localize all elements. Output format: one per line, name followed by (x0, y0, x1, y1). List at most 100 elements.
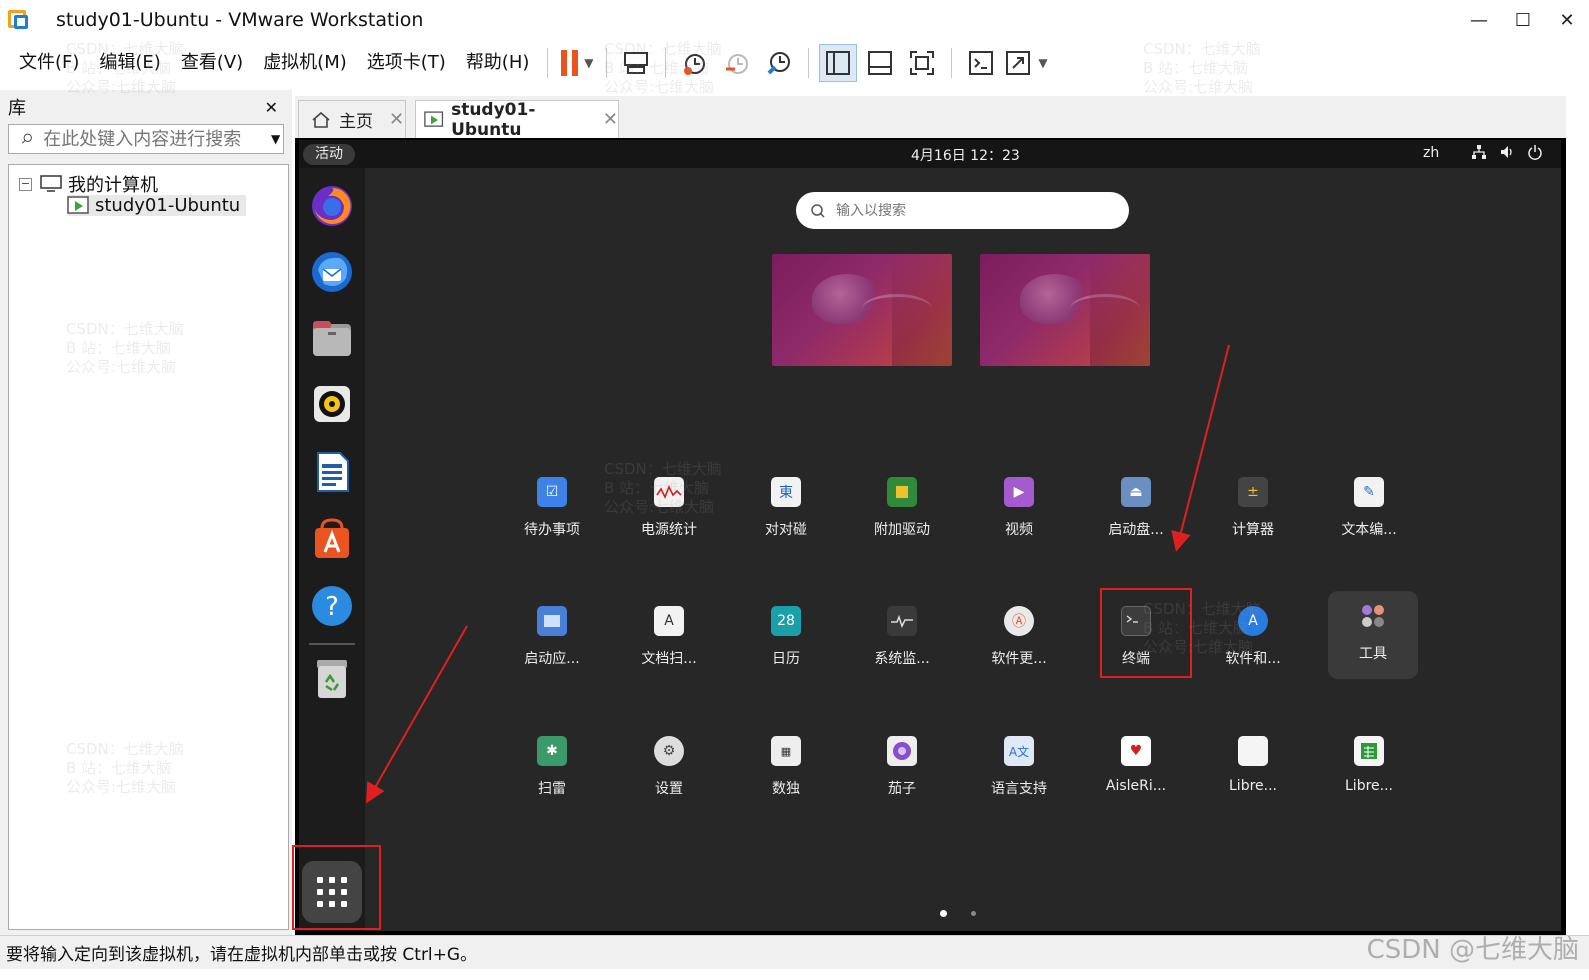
app-label: 文档扫... (641, 651, 697, 667)
tab-vm[interactable]: study01-Ubuntu ✕ (415, 99, 619, 140)
page-indicator-active[interactable] (940, 910, 947, 917)
app-startup-applications[interactable]: 启动应... (507, 596, 597, 682)
system-menu[interactable] (1471, 144, 1543, 160)
app-label: AisleRi... (1105, 778, 1167, 794)
files-icon[interactable] (308, 314, 356, 362)
thumbnail-bar-button[interactable] (861, 44, 899, 82)
power-graph-icon (654, 477, 684, 507)
camera-icon (887, 736, 917, 766)
overview-search-input[interactable] (836, 202, 1096, 219)
page-indicator[interactable] (971, 911, 976, 916)
vm-running-icon (424, 110, 444, 127)
app-mines[interactable]: ✱ 扫雷 (507, 726, 597, 812)
tree-item-vm[interactable]: study01-Ubuntu (67, 195, 247, 216)
thunderbird-icon[interactable] (308, 248, 356, 296)
app-todo[interactable]: ☑ 待办事项 (507, 467, 597, 553)
app-aisleriot[interactable]: ♥ AisleRi... (1091, 726, 1181, 812)
usb-drive-icon: ⏏ (1121, 477, 1151, 507)
app-software-and-updates[interactable]: A 软件和... (1208, 596, 1298, 682)
library-search-input[interactable] (43, 128, 269, 150)
chevron-down-icon[interactable]: ▼ (584, 56, 593, 70)
software-updater-icon: Ⓐ (1004, 606, 1034, 636)
app-center-icon[interactable] (308, 514, 356, 562)
startup-apps-icon (537, 606, 567, 636)
menu-vm[interactable]: 虚拟机(M) (253, 40, 357, 86)
calculator-icon: ± (1238, 477, 1268, 507)
activities-button[interactable]: 活动 (303, 144, 355, 165)
app-settings[interactable]: ⚙ 设置 (624, 726, 714, 812)
app-text-editor[interactable]: ✎ 文本编... (1324, 467, 1414, 553)
app-cheese[interactable]: 茄子 (857, 726, 947, 812)
take-snapshot-button[interactable] (676, 44, 714, 82)
app-system-monitor[interactable]: 系统监... (857, 596, 947, 682)
fullscreen-button[interactable] (903, 44, 941, 82)
tab-vm-label: study01-Ubuntu (451, 99, 536, 140)
ubuntu-dock: ? (299, 168, 365, 931)
send-ctrl-alt-del-button[interactable] (617, 44, 655, 82)
app-calendar[interactable]: 28 日历 (741, 596, 831, 682)
app-sudoku[interactable]: ▦ 数独 (741, 726, 831, 812)
input-method-indicator[interactable]: zh (1423, 145, 1439, 161)
system-monitor-icon (887, 606, 917, 636)
chevron-down-icon[interactable]: ▼ (1038, 56, 1047, 70)
app-software-updater[interactable]: Ⓐ 软件更... (974, 596, 1064, 682)
app-startup-disk[interactable]: ⏏ 启动盘... (1091, 467, 1181, 553)
clock[interactable]: 4月16日 12：23 (911, 145, 1020, 165)
app-language-support[interactable]: A文 语言支持 (974, 726, 1064, 812)
menu-tabs[interactable]: 选项卡(T) (357, 40, 456, 86)
maximize-button[interactable]: ☐ (1501, 0, 1545, 40)
stretch-guest-button[interactable]: ▼ (1004, 44, 1048, 82)
pause-vm-button[interactable]: ▼ (558, 44, 596, 82)
firefox-icon[interactable] (308, 182, 356, 230)
menu-view[interactable]: 查看(V) (171, 40, 253, 86)
app-label: 附加驱动 (874, 522, 930, 538)
close-button[interactable]: ✕ (1545, 0, 1589, 40)
rhythmbox-icon[interactable] (308, 380, 356, 428)
app-grid-pager[interactable] (940, 910, 976, 917)
workspace-thumbnail-1[interactable] (772, 254, 952, 366)
app-power-statistics[interactable]: 电源统计 (624, 467, 714, 553)
writer-icon[interactable] (308, 448, 356, 496)
toolbar-separator (606, 48, 608, 78)
app-document-scanner[interactable]: A 文档扫... (624, 596, 714, 682)
language-icon: A文 (1004, 736, 1034, 766)
mines-icon: ✱ (537, 736, 567, 766)
app-label: 日历 (772, 651, 800, 667)
menu-edit[interactable]: 编辑(E) (89, 40, 170, 86)
library-view-icon (826, 51, 851, 75)
revert-snapshot-icon (726, 54, 749, 74)
ubuntu-desktop[interactable]: 活动 4月16日 12：23 zh ? 输入以搜索 ☑ 待办事项 电源统计 東 … (299, 140, 1561, 931)
library-close-button[interactable]: ✕ (265, 98, 278, 117)
tree-item-my-computer[interactable]: − 我的计算机 (19, 171, 158, 197)
tab-home-close-icon[interactable]: ✕ (389, 109, 404, 130)
status-bar: 要将输入定向到该虚拟机，请在虚拟机内部单击或按 Ctrl+G。 (0, 935, 1589, 969)
toolbar-separator (951, 48, 953, 78)
revert-snapshot-button[interactable] (718, 44, 756, 82)
chevron-down-icon[interactable]: ▼ (268, 132, 283, 146)
app-videos[interactable]: ▶ 视频 (974, 467, 1064, 553)
trash-icon[interactable] (308, 654, 356, 702)
app-calculator[interactable]: ± 计算器 (1208, 467, 1298, 553)
tab-home[interactable]: 主页 ✕ (298, 100, 406, 138)
minimize-button[interactable]: — (1457, 0, 1501, 40)
menu-file[interactable]: 文件(F) (9, 40, 89, 86)
show-library-button[interactable] (819, 44, 858, 82)
tab-vm-close-icon[interactable]: ✕ (603, 109, 618, 130)
library-search: ▼ (8, 124, 284, 154)
app-additional-drivers[interactable]: 附加驱动 (857, 467, 947, 553)
app-mahjongg[interactable]: 東 对对碰 (741, 467, 831, 553)
workspace-thumbnail-2[interactable] (980, 254, 1150, 366)
snapshot-manager-button[interactable] (760, 44, 798, 82)
console-icon (969, 51, 994, 75)
console-view-button[interactable] (962, 44, 1000, 82)
menu-help[interactable]: 帮助(H) (456, 40, 540, 86)
utilities-folder-icon (1358, 601, 1388, 631)
app-folder-utilities[interactable]: 工具 (1328, 591, 1418, 679)
collapse-icon[interactable]: − (19, 177, 32, 191)
help-icon[interactable]: ? (308, 582, 356, 630)
app-libreoffice[interactable]: Libre... (1208, 726, 1298, 812)
app-libreoffice-calc[interactable]: Libre... (1324, 726, 1414, 812)
vm-display[interactable]: 活动 4月16日 12：23 zh ? 输入以搜索 ☑ 待办事项 电源统计 東 … (295, 138, 1566, 935)
overview-search[interactable] (796, 192, 1129, 229)
volume-icon (1501, 146, 1512, 158)
